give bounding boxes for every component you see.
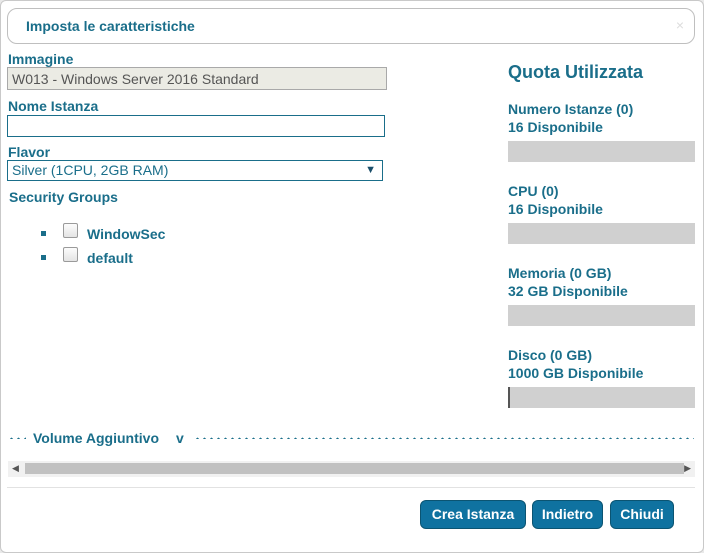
volume-divider-left	[8, 437, 26, 439]
volume-toggle-label[interactable]: Volume Aggiuntivo	[33, 430, 159, 446]
image-label: Immagine	[8, 51, 74, 67]
create-instance-button[interactable]: Crea Istanza	[420, 500, 526, 529]
security-group-checkbox[interactable]	[63, 247, 78, 262]
security-group-name: default	[87, 250, 133, 266]
image-field: W013 - Windows Server 2016 Standard	[7, 67, 387, 90]
flavor-label: Flavor	[8, 144, 51, 160]
quota-instances-bar	[508, 141, 695, 162]
close-icon[interactable]: ×	[676, 17, 684, 33]
footer-divider	[7, 487, 695, 488]
quota-instances-label: Numero Istanze (0)	[508, 101, 634, 117]
quota-disk-label: Disco (0 GB)	[508, 347, 593, 363]
dialog: Imposta le caratteristiche × Immagine W0…	[0, 0, 704, 553]
quota-memory-bar	[508, 305, 695, 326]
flavor-select[interactable]: Silver (1CPU, 2GB RAM) ▼	[7, 160, 383, 181]
flavor-selected-value: Silver (1CPU, 2GB RAM)	[12, 162, 169, 178]
security-group-checkbox[interactable]	[63, 223, 78, 238]
security-groups-label: Security Groups	[9, 189, 118, 205]
quota-title: Quota Utilizzata	[508, 62, 644, 82]
bullet-icon	[41, 255, 46, 260]
dialog-header: Imposta le caratteristiche ×	[7, 8, 695, 44]
volume-divider-right	[194, 437, 694, 439]
chevron-down-icon[interactable]: v	[176, 430, 184, 446]
scroll-left-icon[interactable]: ◀	[12, 463, 19, 474]
quota-memory-label: Memoria (0 GB)	[508, 265, 612, 281]
quota-memory-available: 32 GB Disponibile	[508, 283, 628, 299]
dropdown-arrow-icon: ▼	[365, 164, 376, 176]
instance-name-label: Nome Istanza	[8, 98, 99, 114]
quota-disk-available: 1000 GB Disponibile	[508, 365, 644, 381]
security-group-name: WindowSec	[87, 226, 166, 242]
horizontal-scrollbar[interactable]: ◀ ▶	[8, 461, 695, 477]
quota-cpu-available: 16 Disponibile	[508, 201, 603, 217]
quota-disk-bar	[508, 387, 695, 408]
bullet-icon	[41, 231, 46, 236]
quota-bar-fill	[508, 387, 510, 408]
quota-cpu-bar	[508, 223, 695, 244]
back-button[interactable]: Indietro	[532, 500, 603, 529]
scroll-right-icon[interactable]: ▶	[684, 463, 691, 474]
instance-name-input[interactable]	[7, 115, 385, 137]
quota-cpu-label: CPU (0)	[508, 183, 559, 199]
scrollbar-thumb[interactable]	[25, 463, 684, 474]
quota-instances-available: 16 Disponibile	[508, 119, 603, 135]
close-button[interactable]: Chiudi	[610, 500, 674, 529]
dialog-title: Imposta le caratteristiche	[26, 18, 195, 34]
